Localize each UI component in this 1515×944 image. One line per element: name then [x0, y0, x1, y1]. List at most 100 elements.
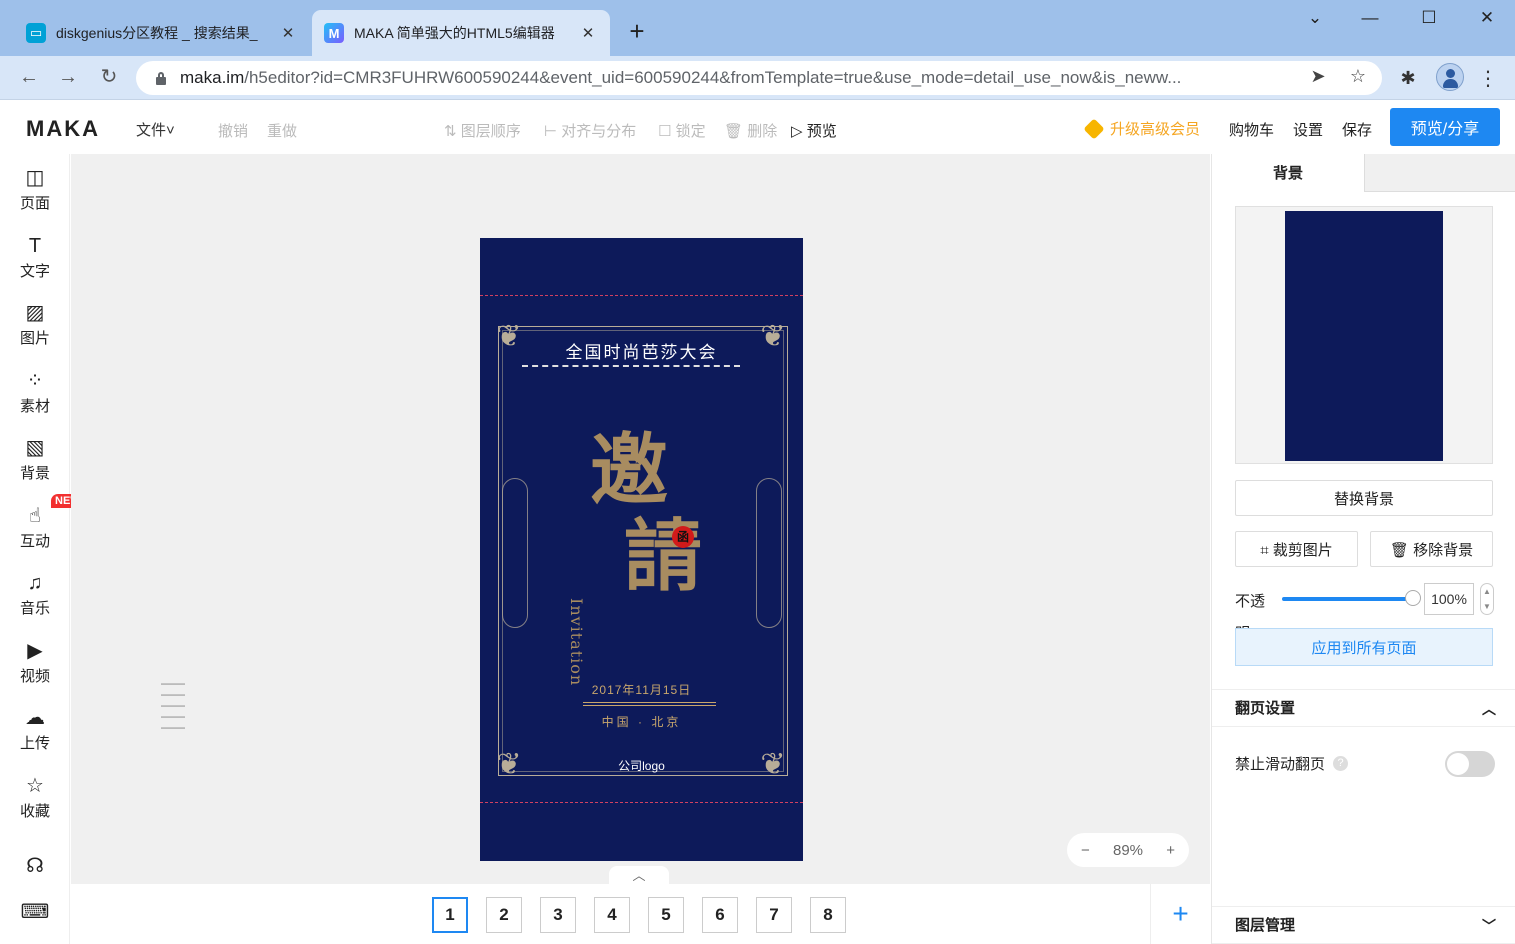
browser-menu-icon[interactable]: ⋮ [1478, 66, 1498, 91]
replace-background-button[interactable]: 替换背景 [1235, 480, 1493, 516]
sidebar-item-video[interactable]: ▶ 视频 [0, 639, 70, 686]
sidebar-item-elements[interactable]: ⁘ 素材 [0, 369, 70, 416]
tab-background[interactable]: 背景 [1212, 154, 1364, 192]
delete-button[interactable]: 🗑 删除 [724, 120, 777, 141]
event-date[interactable]: 2017年11月15日 [480, 681, 803, 698]
opacity-input[interactable]: 100% [1424, 583, 1474, 615]
back-icon[interactable]: ← [16, 64, 42, 90]
cart-button[interactable]: 购物车 [1229, 119, 1274, 140]
page-thumb-3[interactable]: 3 [540, 897, 576, 933]
sidebar-item-image[interactable]: ▨ 图片 [0, 301, 70, 348]
redo-button[interactable]: 重做 [267, 120, 297, 141]
sidebar-item-page[interactable]: ◫ 页面 [0, 166, 70, 213]
layer-management-header[interactable]: 图层管理 ﹀ [1212, 906, 1515, 944]
browser-tab-maka[interactable]: M MAKA 简单强大的HTML5编辑器 ✕ [312, 10, 610, 56]
upload-icon: ☁ [25, 707, 45, 729]
right-panel: 背景 替换背景 ⌗ 裁剪图片 🗑 移除背景 不透 100% ▲▼ 明 应用到所有… [1211, 154, 1515, 944]
tab-empty[interactable] [1364, 154, 1515, 192]
remove-background-button[interactable]: 🗑 移除背景 [1370, 531, 1493, 567]
page-thumb-2[interactable]: 2 [486, 897, 522, 933]
crop-image-button[interactable]: ⌗ 裁剪图片 [1235, 531, 1358, 567]
page-thumb-5[interactable]: 5 [648, 897, 684, 933]
side-ornament [502, 478, 528, 628]
event-location[interactable]: 中国 · 北京 [480, 713, 803, 730]
zoom-out-button[interactable]: − [1081, 842, 1090, 859]
extensions-icon[interactable]: ✱ [1396, 68, 1420, 89]
disable-swipe-row: 禁止滑动翻页 ? [1235, 753, 1349, 774]
minimize-icon[interactable]: — [1358, 8, 1382, 28]
invitation-poster[interactable]: ❦ ❦ ❦ ❦ 全国时尚芭莎大会 邀 請 函 Invitation 2017年1… [480, 238, 803, 861]
keyboard-icon: ⌨ [20, 901, 50, 923]
music-icon: ♫ [27, 572, 43, 594]
help-icon[interactable]: ? [1333, 756, 1349, 771]
sidebar-item-music[interactable]: ♫ 音乐 [0, 571, 70, 618]
section-title: 图层管理 [1235, 917, 1296, 934]
page-thumb-8[interactable]: 8 [810, 897, 846, 933]
new-tab-button[interactable]: + [624, 18, 650, 44]
add-page-button[interactable]: + [1150, 884, 1210, 944]
company-logo-text[interactable]: 公司logo [480, 757, 803, 774]
disable-swipe-toggle[interactable] [1445, 751, 1495, 777]
file-menu[interactable]: 文件˅ [136, 119, 175, 140]
sidebar-item-interaction[interactable]: ☝ 互动 [0, 504, 70, 551]
sidebar-item-background[interactable]: ▧ 背景 [0, 436, 70, 483]
calligraphy-text[interactable]: 邀 請 [590, 428, 702, 600]
title-underline [522, 365, 740, 367]
page-thumb-7[interactable]: 7 [756, 897, 792, 933]
profile-avatar[interactable] [1436, 63, 1464, 91]
upgrade-vip-link[interactable]: 升级高级会员 [1083, 117, 1200, 140]
editor-canvas: ▬▬▬▬ ▬▬▬▬ ▬▬▬▬ ▬▬▬▬ ▬▬▬▬ ❦ ❦ ❦ ❦ 全国时尚芭莎大会 邀 … [71, 154, 1210, 884]
page-turn-settings-header[interactable]: 翻页设置 ︿ [1212, 689, 1515, 727]
preview-share-button[interactable]: 预览/分享 [1390, 108, 1500, 146]
lock-icon[interactable] [154, 71, 168, 85]
poster-title[interactable]: 全国时尚芭莎大会 [480, 338, 803, 363]
invitation-vertical-text[interactable]: Invitation [567, 598, 586, 686]
send-icon[interactable]: ➤ [1306, 66, 1330, 87]
background-preview [1235, 206, 1493, 464]
left-sidebar: ◫ 页面 T 文字 ▨ 图片 ⁘ 素材 ▧ 背景 ☝ 互动 NEW ♫ 音乐 ▶… [0, 154, 85, 944]
forward-icon[interactable]: → [55, 64, 81, 90]
browser-tab-bilibili[interactable]: ▭ diskgenius分区教程 _ 搜索结果_ ✕ [14, 10, 310, 56]
page-thumb-1[interactable]: 1 [432, 897, 468, 933]
page-thumb-4[interactable]: 4 [594, 897, 630, 933]
tab-title: diskgenius分区教程 _ 搜索结果_ [56, 25, 258, 41]
background-icon: ▧ [25, 437, 45, 459]
url-field[interactable]: maka.im/h5editor?id=CMR3FUHRW600590244&e… [136, 61, 1382, 95]
calligraphy-char-2: 請 [624, 511, 703, 602]
side-ornament [756, 478, 782, 628]
opacity-stepper[interactable]: ▲ ▼ [1480, 583, 1494, 615]
maximize-icon[interactable]: ☐ [1417, 8, 1441, 28]
safe-area-guide-bottom [480, 802, 803, 803]
maka-logo[interactable]: MAKA [26, 116, 100, 142]
lock-button[interactable]: ☐ 锁定 [658, 120, 706, 141]
close-tab-icon[interactable]: ✕ [578, 24, 598, 42]
bookmark-star-icon[interactable]: ☆ [1346, 66, 1370, 87]
sidebar-item-upload[interactable]: ☁ 上传 [0, 706, 70, 753]
apply-to-all-pages-button[interactable]: 应用到所有页面 [1235, 628, 1493, 666]
align-distribute-button[interactable]: ⊢ 对齐与分布 [544, 120, 636, 141]
tab-search-icon[interactable]: ⌄ [1303, 8, 1327, 28]
opacity-slider[interactable] [1282, 597, 1414, 601]
layer-order-button[interactable]: ⇅ 图层顺序 [444, 120, 521, 141]
opacity-slider-handle[interactable] [1405, 590, 1421, 606]
undo-button[interactable]: 撤销 [218, 120, 248, 141]
shortcuts-button[interactable]: ⌨ [0, 900, 70, 924]
sidebar-item-label: 音乐 [19, 600, 50, 617]
close-tab-icon[interactable]: ✕ [278, 24, 298, 42]
settings-button[interactable]: 设置 [1293, 119, 1323, 140]
page-thumb-6[interactable]: 6 [702, 897, 738, 933]
sidebar-item-text[interactable]: T 文字 [0, 234, 70, 281]
sidebar-item-favorites[interactable]: ☆ 收藏 [0, 774, 70, 821]
reload-icon[interactable]: ↻ [96, 64, 122, 90]
maka-icon: M [324, 23, 344, 43]
vip-diamond-icon [1083, 117, 1105, 140]
collapse-pages-button[interactable]: ︿ [609, 866, 669, 884]
close-window-icon[interactable]: ✕ [1475, 8, 1499, 28]
zoom-in-button[interactable]: + [1166, 842, 1175, 859]
url-text: maka.im/h5editor?id=CMR3FUHRW600590244&e… [180, 68, 1182, 87]
save-button[interactable]: 保存 [1342, 119, 1372, 140]
support-headset-button[interactable]: ☊ [0, 854, 70, 878]
zoom-level: 89% [1112, 841, 1144, 859]
faint-text-block: ▬▬▬▬ ▬▬▬▬ ▬▬▬▬ ▬▬▬▬ ▬▬▬▬ [161, 681, 185, 731]
preview-button[interactable]: ▷ 预览 [791, 120, 837, 141]
